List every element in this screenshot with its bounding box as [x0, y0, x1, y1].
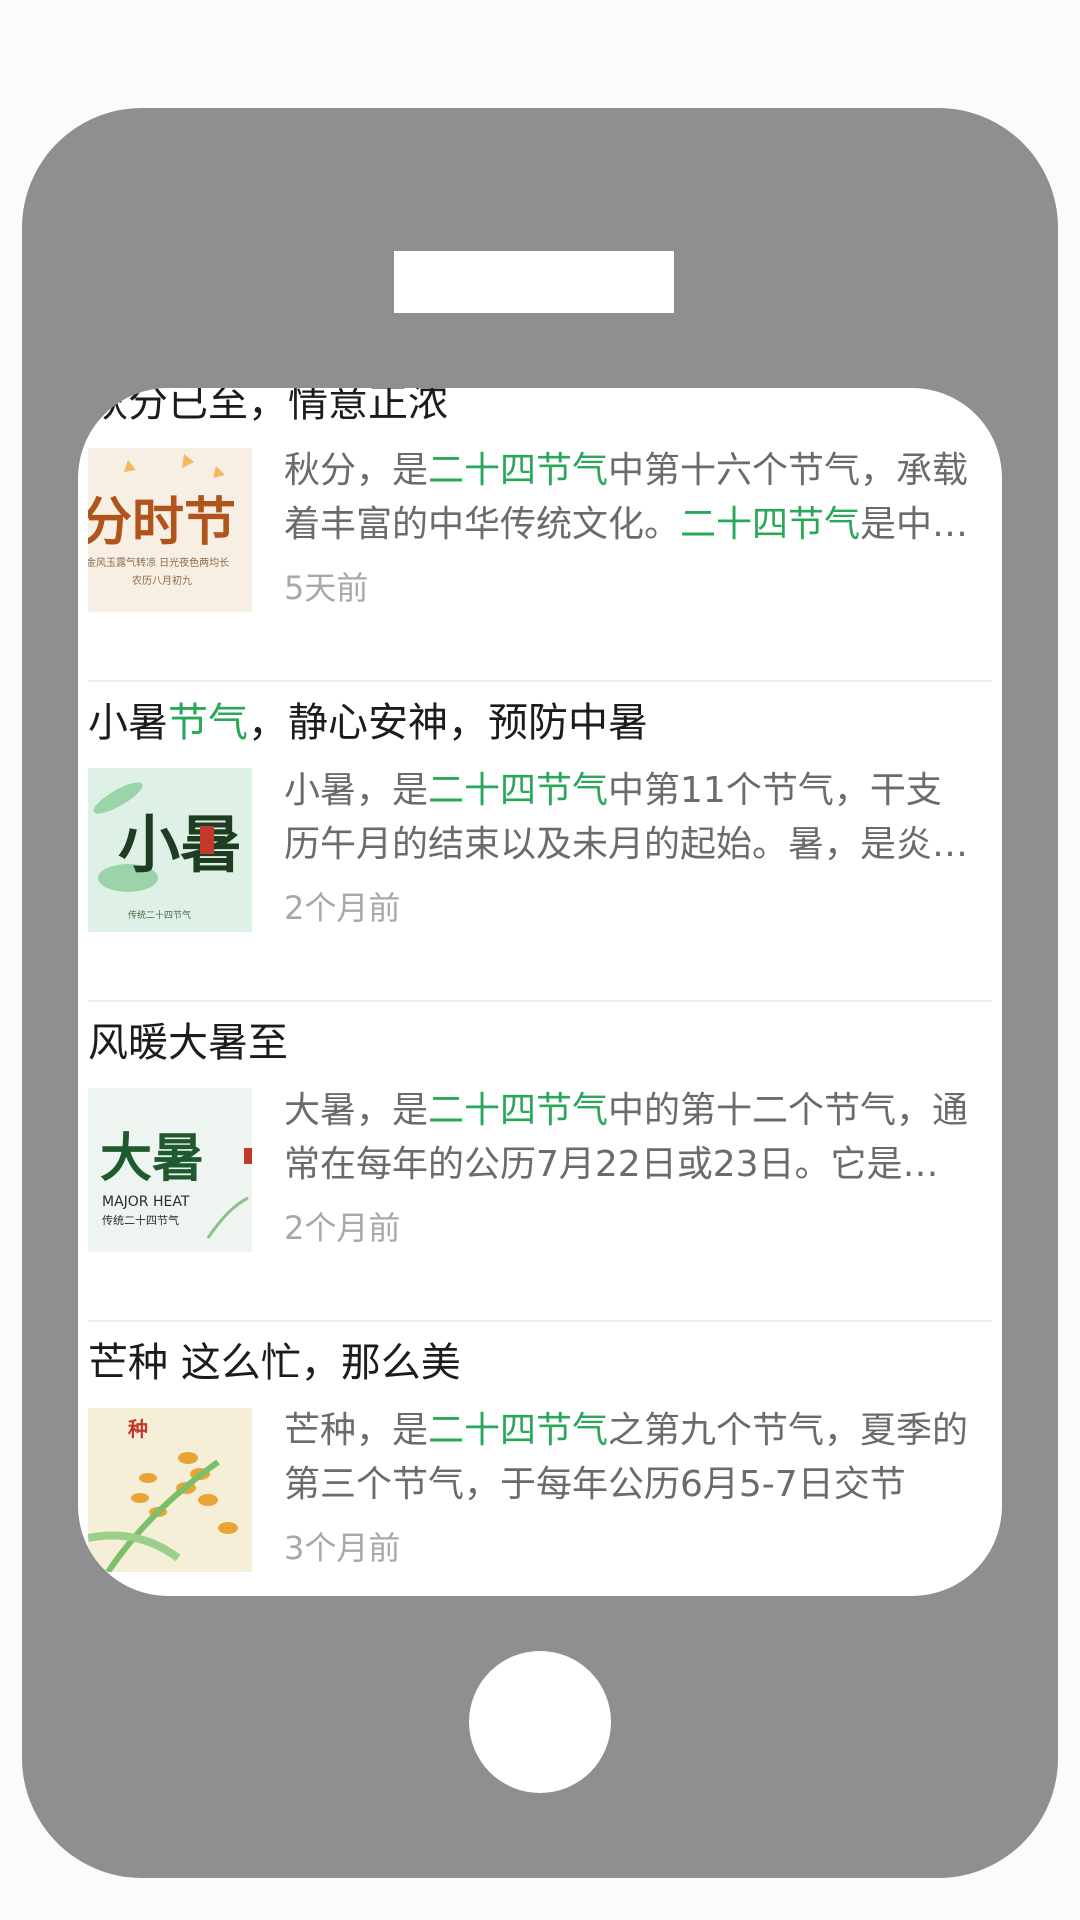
article-title: 风暖大暑至 — [88, 1018, 988, 1068]
svg-text:传统二十四节气: 传统二十四节气 — [128, 909, 191, 921]
keyword-highlight: 二十四节气 — [680, 504, 861, 545]
article-time: 5天前 — [284, 569, 369, 607]
keyword-highlight: 节气 — [168, 700, 248, 746]
grain-in-ear-thumbnail: 种 — [88, 1408, 252, 1572]
svg-text:种: 种 — [127, 1417, 148, 1441]
article-title: 秋分已至，情意正浓 — [88, 388, 988, 428]
keyword-highlight: 二十四节气 — [428, 450, 609, 491]
article-summary: 小暑，是二十四节气中第11个节气，干支历午月的结束以及未月的起始。暑，是炎热的意… — [284, 764, 974, 872]
summary-segment: 大暑，是 — [284, 1090, 429, 1131]
article-summary: 大暑，是二十四节气中的第十二个节气，通常在每年的公历7月22日或23日。它是一年… — [284, 1084, 974, 1192]
title-segment: ，静心安神，预防中暑 — [248, 700, 648, 746]
svg-text:分时节: 分时节 — [88, 492, 236, 553]
article-title: 小暑节气，静心安神，预防中暑 — [88, 698, 988, 748]
phone-speaker — [394, 251, 674, 313]
article-item[interactable]: 风暖大暑至 大暑 MAJOR HEAT 传统二十四节气 大暑，是二十四节气中的第… — [78, 1002, 1002, 1322]
article-time: 2个月前 — [284, 889, 401, 927]
svg-text:传统二十四节气: 传统二十四节气 — [102, 1213, 179, 1227]
phone-screen: 秋分已至，情意正浓 分时节 金风玉露气转凉 日光夜色两均长 农历八月初九 秋分，… — [78, 388, 1002, 1596]
home-button[interactable] — [469, 1651, 611, 1793]
svg-text:农历八月初九: 农历八月初九 — [132, 574, 192, 587]
major-heat-thumbnail: 大暑 MAJOR HEAT 传统二十四节气 — [88, 1088, 252, 1252]
title-segment: 秋分已至，情意正浓 — [88, 388, 448, 426]
article-time: 2个月前 — [284, 1209, 401, 1247]
article-item[interactable]: 小暑节气，静心安神，预防中暑 小暑 传统二十四节气 小暑，是二十四节气中第11个… — [78, 682, 1002, 1002]
svg-text:金风玉露气转凉 日光夜色两均长: 金风玉露气转凉 日光夜色两均长 — [88, 556, 229, 569]
article-feed: 秋分已至，情意正浓 分时节 金风玉露气转凉 日光夜色两均长 农历八月初九 秋分，… — [78, 388, 1002, 1596]
summary-segment: 秋分，是 — [284, 450, 429, 491]
summary-segment: 小暑，是 — [284, 770, 429, 811]
article-item[interactable]: 芒种 这么忙，那么美 种 芒种，是二十四节气之第九个节气，夏季的第三个节气，于每… — [78, 1322, 1002, 1596]
svg-text:大暑: 大暑 — [100, 1128, 204, 1189]
article-time: 3个月前 — [284, 1529, 401, 1567]
summary-segment: 芒种，是 — [284, 1410, 429, 1451]
title-segment: 芒种 这么忙，那么美 — [88, 1340, 461, 1386]
keyword-highlight: 二十四节气 — [428, 770, 609, 811]
svg-text:小暑: 小暑 — [118, 808, 242, 881]
title-segment: 小暑 — [88, 700, 168, 746]
title-segment: 风暖大暑至 — [88, 1020, 288, 1066]
article-item[interactable]: 秋分已至，情意正浓 分时节 金风玉露气转凉 日光夜色两均长 农历八月初九 秋分，… — [78, 388, 1002, 682]
keyword-highlight: 二十四节气 — [428, 1090, 609, 1131]
svg-text:MAJOR HEAT: MAJOR HEAT — [102, 1194, 190, 1210]
autumn-equinox-thumbnail: 分时节 金风玉露气转凉 日光夜色两均长 农历八月初九 — [88, 448, 252, 612]
article-title: 芒种 这么忙，那么美 — [88, 1338, 988, 1388]
keyword-highlight: 二十四节气 — [428, 1410, 609, 1451]
article-summary: 芒种，是二十四节气之第九个节气，夏季的第三个节气，于每年公历6月5-7日交节 — [284, 1404, 974, 1512]
article-summary: 秋分，是二十四节气中第十六个节气，承载着丰富的中华传统文化。二十四节气是中华民族… — [284, 444, 974, 552]
minor-heat-thumbnail: 小暑 传统二十四节气 — [88, 768, 252, 932]
